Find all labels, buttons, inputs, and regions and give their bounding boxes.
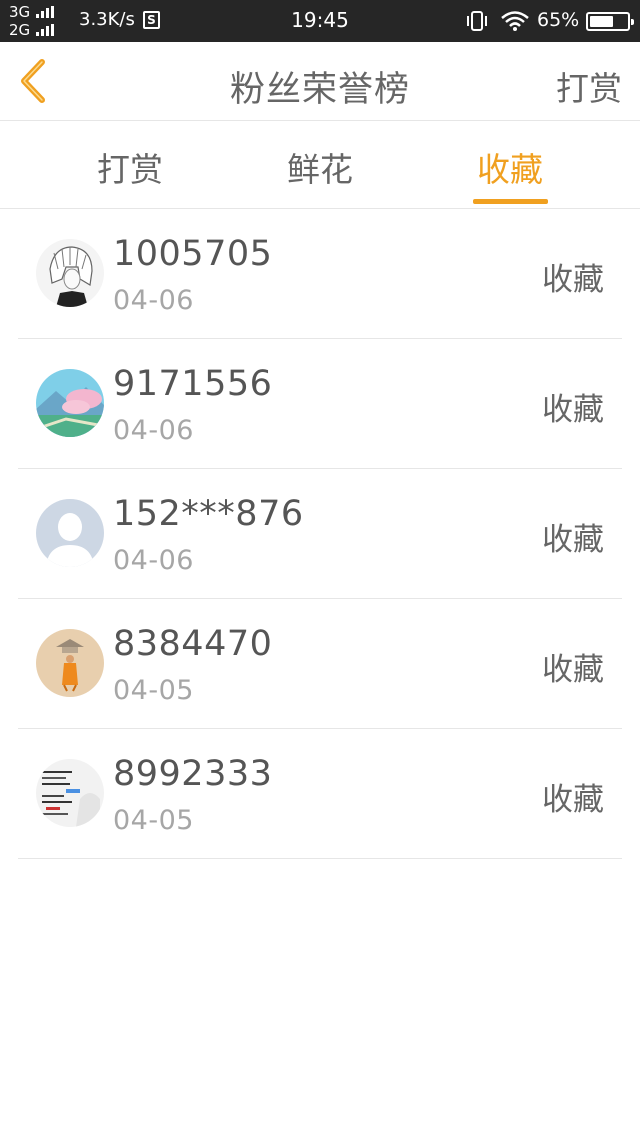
user-name: 8384470 bbox=[113, 624, 273, 664]
tab-bar: 打赏 鲜花 收藏 bbox=[0, 121, 640, 209]
entry-date: 04-06 bbox=[113, 545, 194, 576]
tab-reward[interactable]: 打赏 bbox=[70, 143, 190, 191]
user-name: 8992333 bbox=[113, 754, 273, 794]
status-bar: 3G 2G 3.3K/s S 19:45 65% bbox=[0, 0, 640, 42]
tab-flowers[interactable]: 鲜花 bbox=[260, 143, 380, 191]
list-item[interactable]: 9171556 04-06 收藏 bbox=[18, 339, 622, 469]
tab-favorites[interactable]: 收藏 bbox=[450, 143, 570, 191]
entry-date: 04-05 bbox=[113, 805, 194, 836]
user-name: 9171556 bbox=[113, 364, 273, 404]
app-header: 粉丝荣誉榜 打赏 bbox=[0, 42, 640, 121]
text-image-avatar-icon bbox=[36, 759, 104, 827]
battery-icon bbox=[586, 12, 634, 31]
vibrate-icon bbox=[465, 10, 489, 32]
avatar bbox=[36, 369, 104, 437]
list-item[interactable]: 8384470 04-05 收藏 bbox=[18, 599, 622, 729]
list-item[interactable]: 8992333 04-05 收藏 bbox=[18, 729, 622, 859]
monk-avatar-icon bbox=[36, 629, 104, 697]
user-name: 1005705 bbox=[113, 234, 273, 274]
anime-sketch-avatar-icon bbox=[36, 239, 104, 307]
entry-date: 04-06 bbox=[113, 415, 194, 446]
battery-percent: 65% bbox=[537, 9, 580, 31]
entry-action: 收藏 bbox=[542, 392, 604, 428]
fan-list: 1005705 04-06 收藏 9171556 04-06 收藏 152***… bbox=[18, 209, 622, 859]
entry-action: 收藏 bbox=[542, 262, 604, 298]
entry-action: 收藏 bbox=[542, 652, 604, 688]
entry-date: 04-05 bbox=[113, 675, 194, 706]
user-name: 152***876 bbox=[113, 494, 304, 534]
default-person-avatar-icon bbox=[36, 499, 104, 567]
page-title: 粉丝荣誉榜 bbox=[229, 70, 410, 110]
wifi-icon bbox=[500, 10, 530, 32]
entry-date: 04-06 bbox=[113, 285, 194, 316]
list-item[interactable]: 152***876 04-06 收藏 bbox=[18, 469, 622, 599]
landscape-avatar-icon bbox=[36, 369, 104, 437]
active-tab-indicator bbox=[473, 199, 548, 204]
avatar bbox=[36, 499, 104, 567]
avatar bbox=[36, 239, 104, 307]
entry-action: 收藏 bbox=[542, 522, 604, 558]
entry-action: 收藏 bbox=[542, 782, 604, 818]
reward-button[interactable]: 打赏 bbox=[556, 62, 622, 110]
list-item[interactable]: 1005705 04-06 收藏 bbox=[18, 209, 622, 339]
avatar bbox=[36, 759, 104, 827]
avatar bbox=[36, 629, 104, 697]
